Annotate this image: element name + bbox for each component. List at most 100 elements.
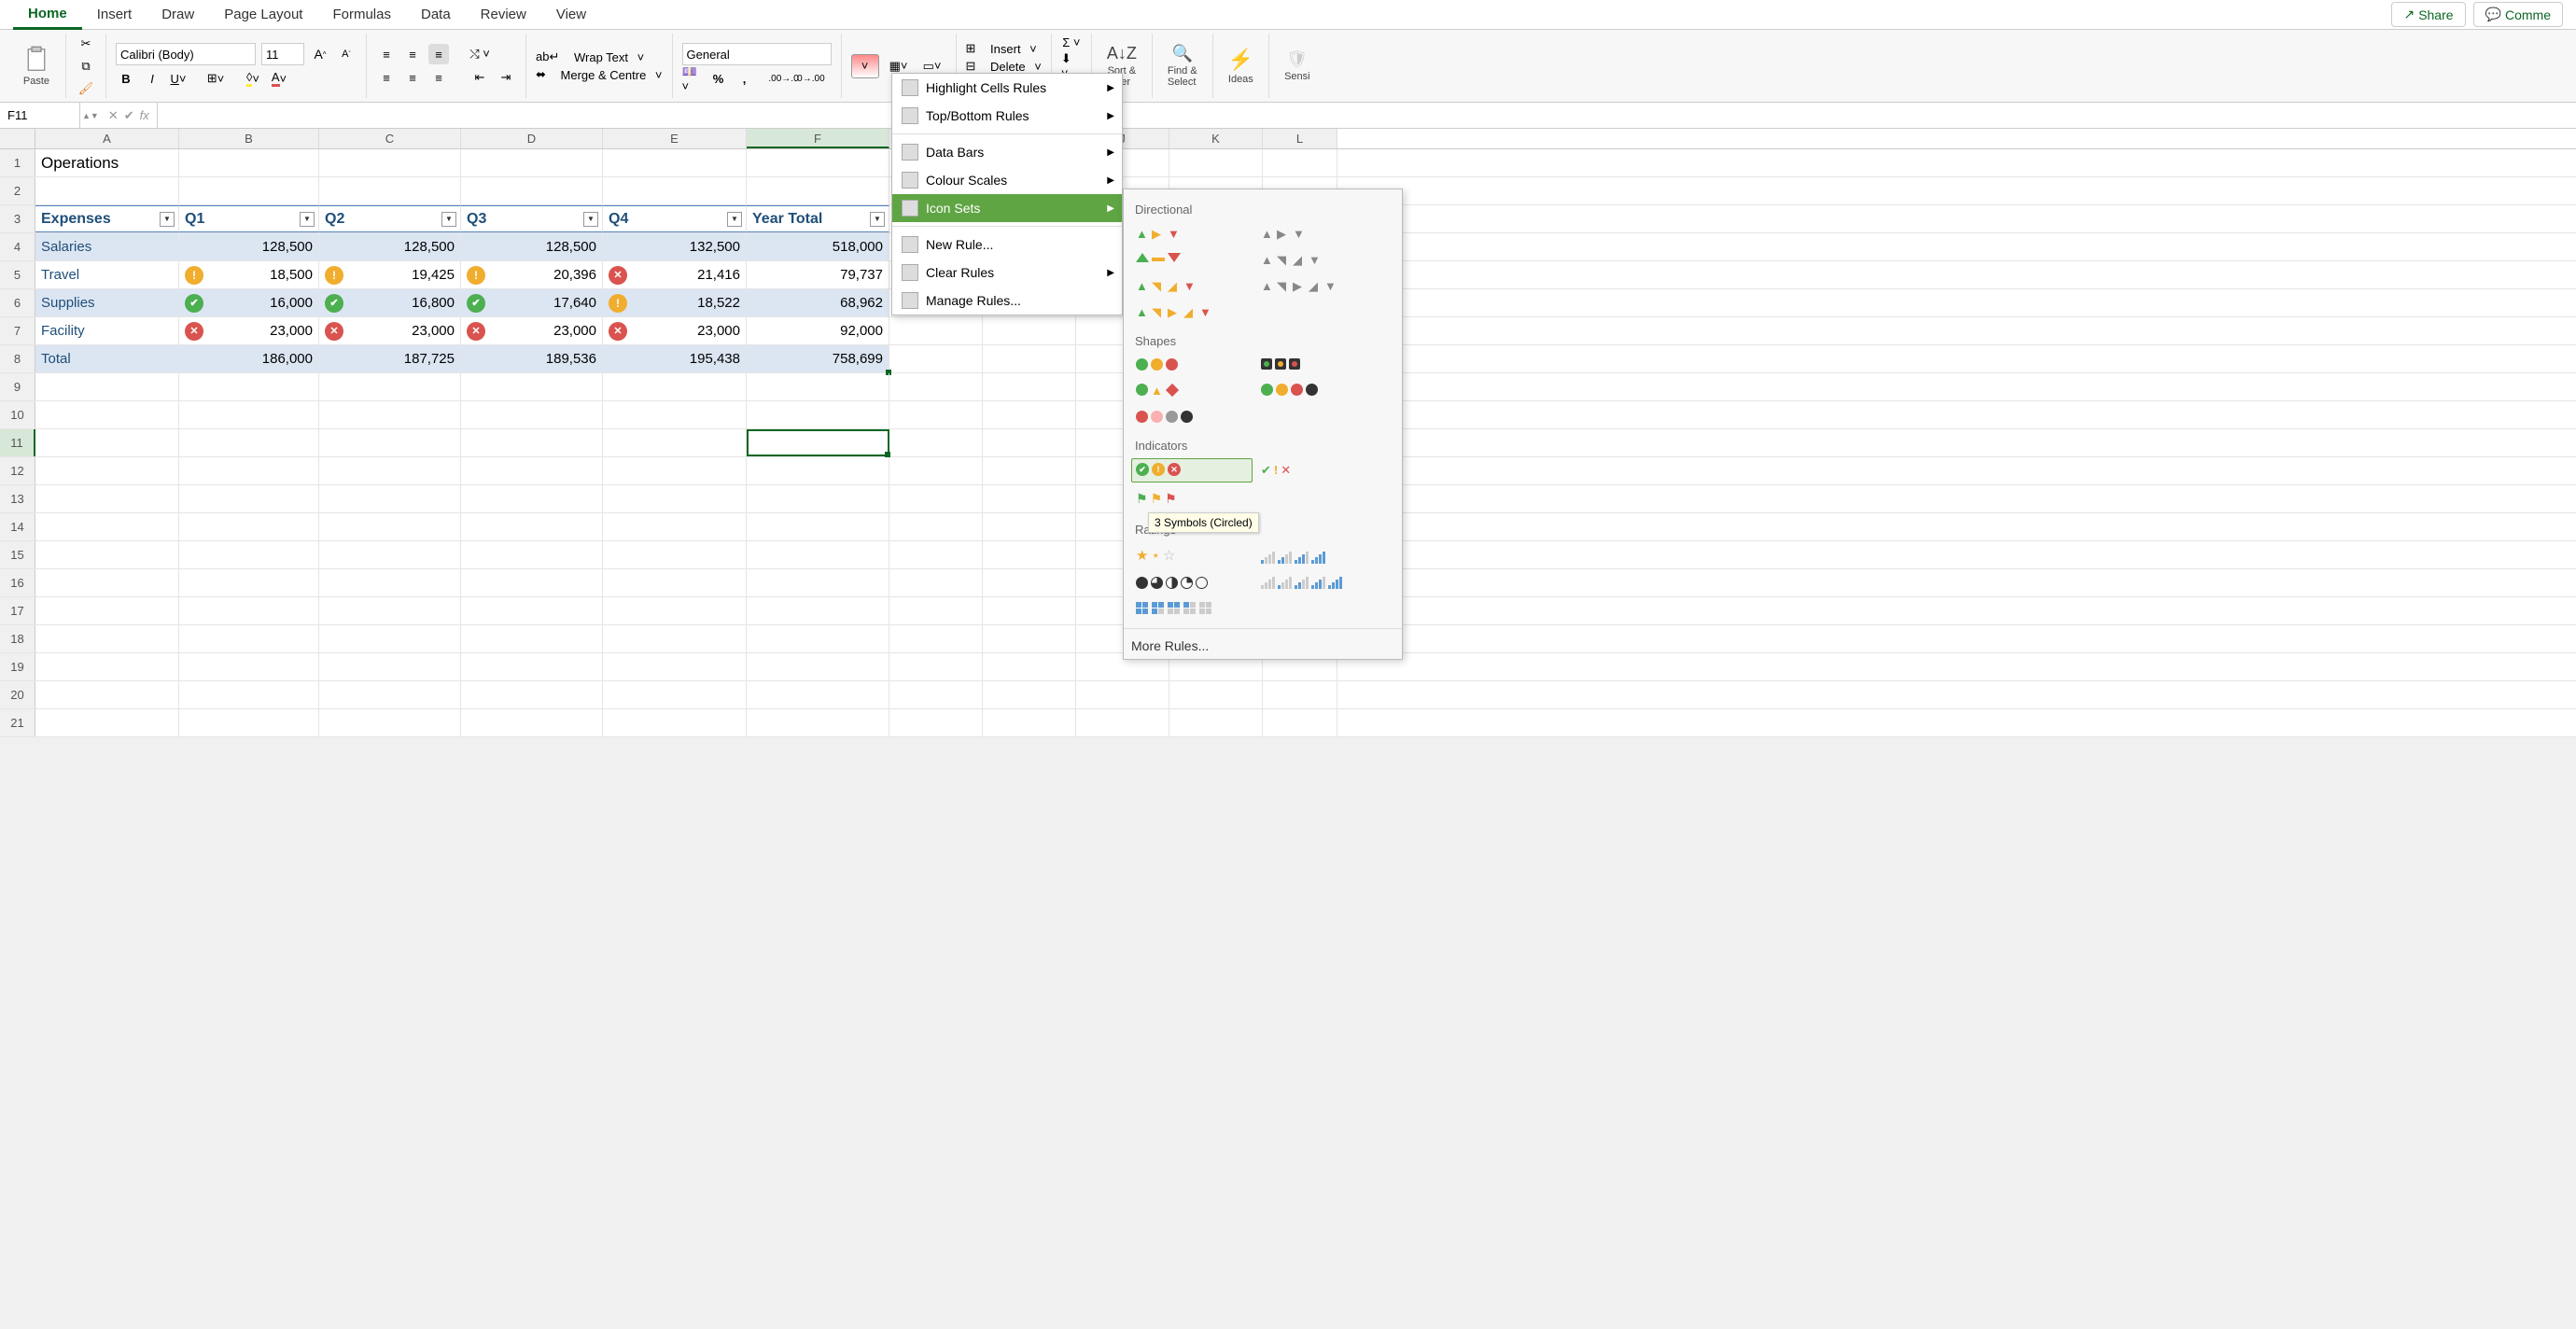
- iconset-5-arrows-colored[interactable]: ▲◥▶◢▼: [1131, 301, 1253, 323]
- iconset-3-symbols-uncircled[interactable]: ✔!✕: [1256, 458, 1378, 483]
- cell[interactable]: [1169, 709, 1263, 736]
- cell[interactable]: [461, 597, 603, 624]
- cell[interactable]: [747, 681, 889, 708]
- cell[interactable]: [35, 569, 179, 596]
- row-header[interactable]: 14: [0, 513, 35, 540]
- iconset-3-triangles[interactable]: [1131, 248, 1253, 271]
- row-header[interactable]: 18: [0, 625, 35, 652]
- iconset-5-quarters[interactable]: [1131, 572, 1253, 594]
- font-size-select[interactable]: [261, 43, 304, 65]
- row-header[interactable]: 19: [0, 653, 35, 680]
- cell[interactable]: 92,000: [747, 317, 889, 344]
- row-header[interactable]: 20: [0, 681, 35, 708]
- cell[interactable]: [603, 373, 747, 400]
- cell[interactable]: [983, 485, 1076, 512]
- iconset-3-traffic-lights[interactable]: [1131, 354, 1253, 375]
- cell[interactable]: [179, 485, 319, 512]
- cell[interactable]: [889, 681, 983, 708]
- cell[interactable]: [603, 401, 747, 428]
- cell[interactable]: Salaries: [35, 233, 179, 260]
- cell[interactable]: [603, 625, 747, 652]
- cell[interactable]: [319, 625, 461, 652]
- cell[interactable]: [983, 569, 1076, 596]
- cell[interactable]: [603, 149, 747, 176]
- iconset-3-symbols-circled[interactable]: ✔!✕: [1131, 458, 1253, 483]
- cell[interactable]: [461, 401, 603, 428]
- cell[interactable]: [747, 597, 889, 624]
- insert-cells-button[interactable]: ⊞ Insert ˅: [966, 41, 1042, 56]
- col-header-b[interactable]: B: [179, 129, 319, 148]
- italic-button[interactable]: I: [142, 68, 162, 89]
- cell[interactable]: Facility: [35, 317, 179, 344]
- row-header[interactable]: 9: [0, 373, 35, 400]
- cell[interactable]: [747, 177, 889, 204]
- cell[interactable]: [179, 625, 319, 652]
- cell[interactable]: [179, 401, 319, 428]
- col-header-k[interactable]: K: [1169, 129, 1263, 148]
- decrease-font-button[interactable]: Aˇ: [336, 44, 357, 64]
- cf-menu-item[interactable]: Icon Sets▶: [892, 194, 1122, 222]
- name-box[interactable]: [0, 103, 80, 128]
- row-header[interactable]: 4: [0, 233, 35, 260]
- cell[interactable]: [747, 625, 889, 652]
- cell[interactable]: [1076, 709, 1169, 736]
- cell[interactable]: [35, 625, 179, 652]
- cell[interactable]: [179, 597, 319, 624]
- cell[interactable]: 128,500: [319, 233, 461, 260]
- fx-icon[interactable]: fx: [140, 108, 149, 122]
- font-name-select[interactable]: [116, 43, 256, 65]
- wrap-text-button[interactable]: ab↵ Wrap Text ˅: [536, 49, 663, 64]
- col-header-a[interactable]: A: [35, 129, 179, 148]
- cell[interactable]: [983, 513, 1076, 540]
- cell[interactable]: 16,800: [319, 289, 461, 316]
- merge-center-button[interactable]: ⬌ Merge & Centre ˅: [536, 67, 663, 82]
- cell[interactable]: [179, 653, 319, 680]
- cell[interactable]: [179, 541, 319, 568]
- cell[interactable]: [983, 653, 1076, 680]
- cell[interactable]: 128,500: [461, 233, 603, 260]
- row-header[interactable]: 12: [0, 457, 35, 484]
- align-bottom-button[interactable]: ≡: [428, 44, 449, 64]
- cell[interactable]: 195,438: [603, 345, 747, 372]
- cell[interactable]: [35, 653, 179, 680]
- cell[interactable]: [889, 541, 983, 568]
- share-button[interactable]: ↗Share: [2391, 2, 2465, 27]
- cell[interactable]: [747, 429, 889, 456]
- cf-menu-item[interactable]: Manage Rules...: [892, 287, 1122, 315]
- cell[interactable]: [179, 513, 319, 540]
- row-header[interactable]: 11: [0, 429, 35, 456]
- iconset-5-boxes[interactable]: [1131, 597, 1253, 619]
- col-header-d[interactable]: D: [461, 129, 603, 148]
- cell[interactable]: 17,640: [461, 289, 603, 316]
- cell[interactable]: Expenses▼: [35, 205, 179, 232]
- cell[interactable]: [747, 709, 889, 736]
- tab-page-layout[interactable]: Page Layout: [209, 1, 317, 28]
- cell[interactable]: [319, 485, 461, 512]
- align-middle-button[interactable]: ≡: [402, 44, 423, 64]
- row-header[interactable]: 21: [0, 709, 35, 736]
- cut-button[interactable]: ✂: [76, 34, 96, 53]
- align-right-button[interactable]: ≡: [428, 67, 449, 88]
- cell[interactable]: [747, 653, 889, 680]
- enter-formula-icon[interactable]: ✔: [124, 108, 134, 123]
- cell[interactable]: [319, 373, 461, 400]
- filter-dropdown-icon[interactable]: ▼: [870, 212, 885, 227]
- cf-menu-item[interactable]: New Rule...: [892, 231, 1122, 259]
- iconset-4-red-to-black[interactable]: [1131, 406, 1253, 427]
- cell[interactable]: [1169, 149, 1263, 176]
- cell[interactable]: [35, 373, 179, 400]
- formula-input[interactable]: [158, 103, 2576, 128]
- align-center-button[interactable]: ≡: [402, 67, 423, 88]
- increase-font-button[interactable]: A^: [310, 44, 330, 64]
- col-header-e[interactable]: E: [603, 129, 747, 148]
- cell[interactable]: 79,737: [747, 261, 889, 288]
- percent-button[interactable]: %: [708, 68, 729, 89]
- align-left-button[interactable]: ≡: [376, 67, 397, 88]
- cell[interactable]: Q2▼: [319, 205, 461, 232]
- cell[interactable]: [179, 149, 319, 176]
- cell[interactable]: [983, 597, 1076, 624]
- row-header[interactable]: 15: [0, 541, 35, 568]
- iconset-4-arrows-colored[interactable]: ▲◥◢▼: [1131, 274, 1253, 297]
- cell[interactable]: [319, 513, 461, 540]
- iconset-3-signs[interactable]: ▲: [1131, 379, 1253, 402]
